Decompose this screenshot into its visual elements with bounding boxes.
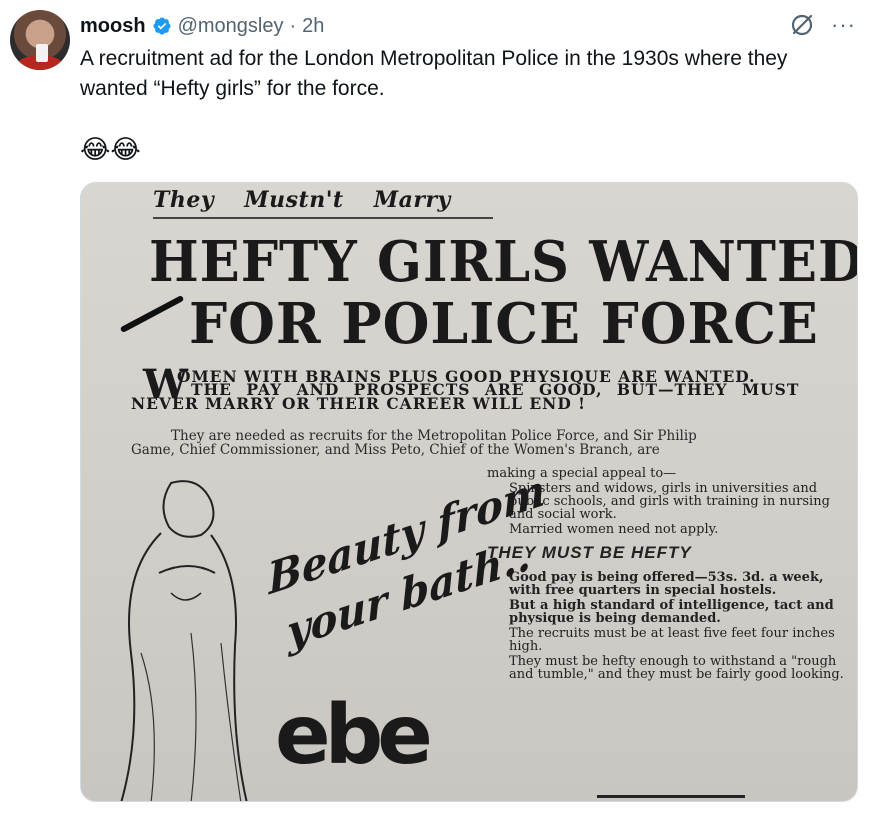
article-end-rule bbox=[597, 795, 745, 798]
post-time[interactable]: 2h bbox=[302, 15, 324, 38]
tweet-text: A recruitment ad for the London Metropol… bbox=[80, 47, 788, 100]
grok-icon[interactable] bbox=[789, 12, 815, 38]
author-name[interactable]: moosh bbox=[80, 15, 146, 38]
separator-dot: · bbox=[289, 14, 297, 37]
kicker-rule bbox=[153, 217, 493, 219]
ink-mark bbox=[119, 294, 185, 334]
avatar-glass bbox=[36, 44, 48, 62]
tweet-image[interactable]: They Mustn't Marry HEFTY GIRLS WANTED FO… bbox=[80, 182, 858, 802]
headline-line-2: FOR POLICE FORCE bbox=[189, 291, 819, 357]
intro-line-2: Game, Chief Commissioner, and Miss Peto,… bbox=[131, 442, 660, 458]
ad-brand-logo: ebe bbox=[275, 688, 433, 783]
article-paragraph: But a high standard of intelligence, tac… bbox=[509, 598, 834, 626]
headline-line-1: HEFTY GIRLS WANTED bbox=[149, 229, 858, 295]
soap-advertisement: Beauty from your bath.. ebe bbox=[101, 464, 547, 801]
tweet-emoji: 😂😂 bbox=[80, 135, 141, 165]
intro-line-1: They are needed as recruits for the Metr… bbox=[171, 428, 697, 444]
deck-line-3: NEVER MARRY OR THEIR CAREER WILL END ! bbox=[131, 394, 586, 413]
verified-badge-icon[interactable] bbox=[152, 16, 172, 36]
article-paragraph: They must be hefty enough to withstand a… bbox=[509, 654, 844, 682]
avatar[interactable] bbox=[10, 10, 70, 70]
more-icon[interactable]: ··· bbox=[831, 14, 856, 36]
article-paragraph: Married women need not apply. bbox=[509, 522, 719, 537]
tweet-actions-top: ··· bbox=[789, 12, 856, 38]
article-paragraph: The recruits must be at least five feet … bbox=[509, 626, 835, 654]
tweet-header: moosh @mongsley · 2h bbox=[80, 13, 324, 39]
newspaper-clipping: They Mustn't Marry HEFTY GIRLS WANTED FO… bbox=[81, 183, 857, 801]
woman-illustration bbox=[120, 480, 248, 801]
author-handle[interactable]: @mongsley bbox=[178, 15, 284, 38]
article-subhead: THEY MUST BE HEFTY bbox=[487, 543, 692, 562]
clipping-kicker: They Mustn't Marry bbox=[153, 187, 451, 213]
article-paragraph: Good pay is being offered—53s. 3d. a wee… bbox=[509, 570, 824, 598]
intro: They are needed as recruits for the Metr… bbox=[131, 429, 843, 457]
tweet: moosh @mongsley · 2h ··· A recruitment a… bbox=[0, 0, 870, 813]
